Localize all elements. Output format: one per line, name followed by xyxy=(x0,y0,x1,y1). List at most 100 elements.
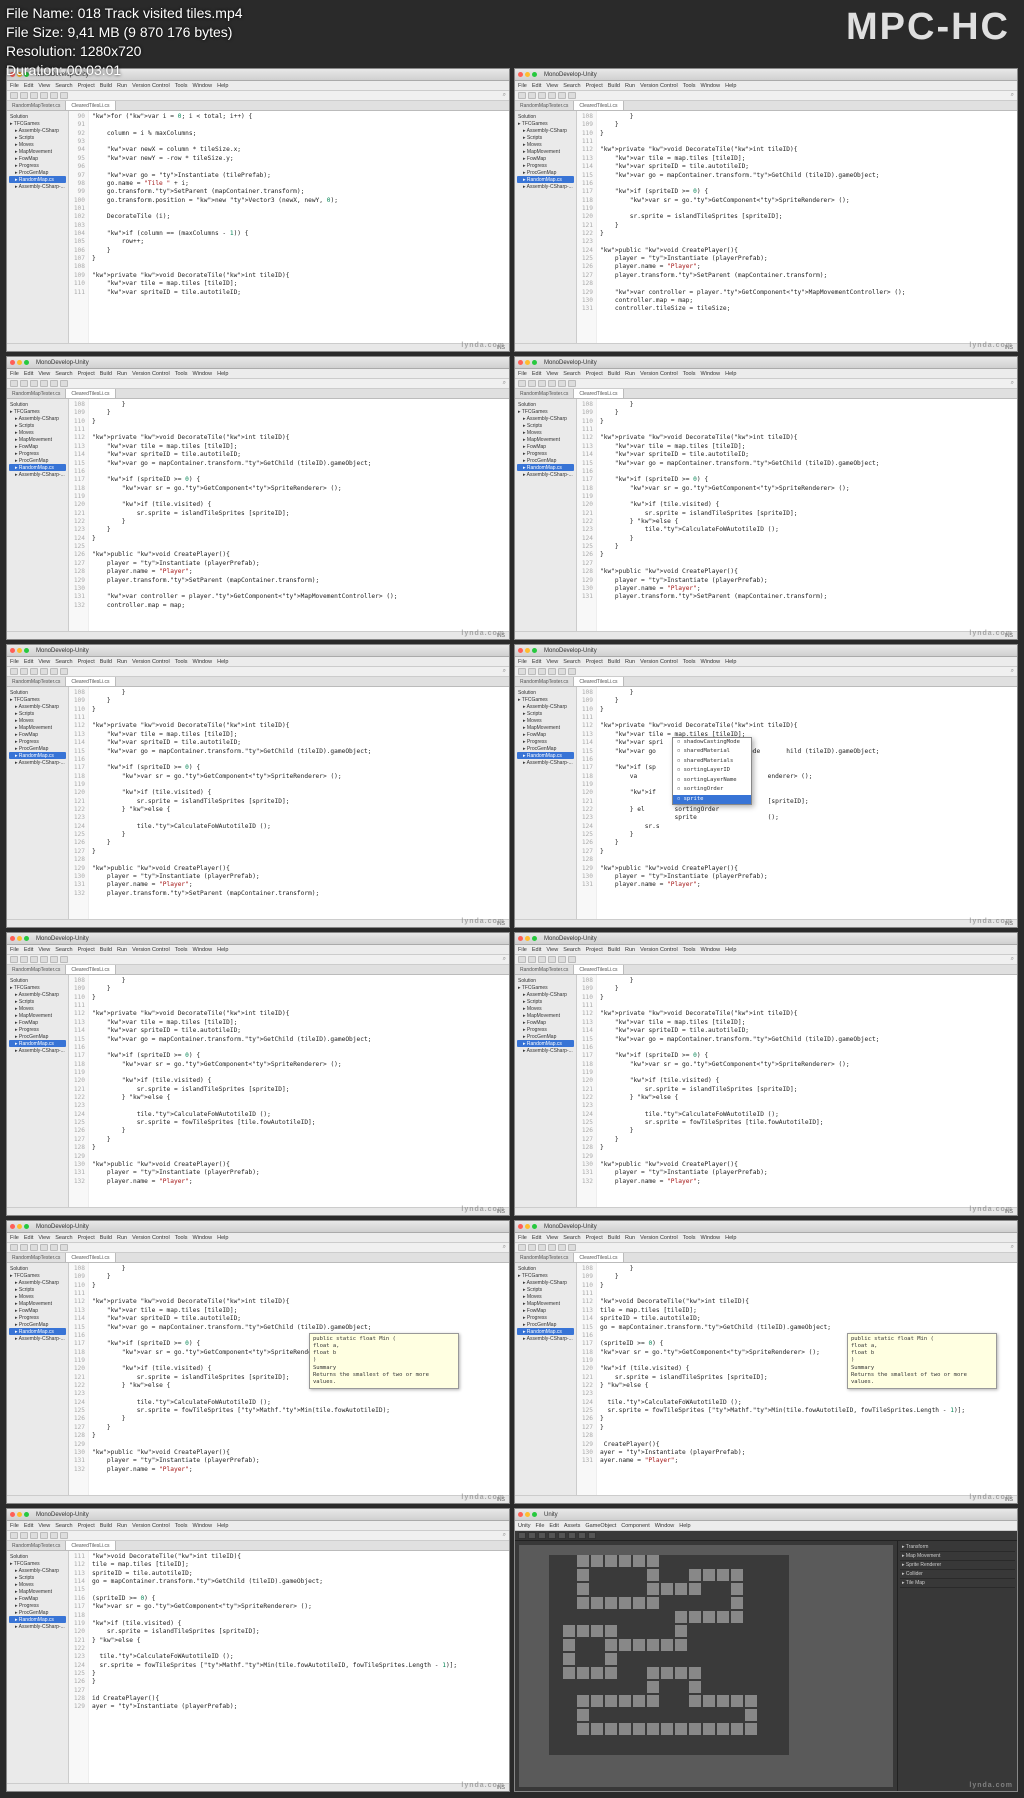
menu-item[interactable]: Project xyxy=(78,83,95,89)
sidebar-item[interactable]: ▸ Progress xyxy=(9,1602,66,1609)
menu-item[interactable]: File xyxy=(10,659,19,665)
toolbar-button[interactable] xyxy=(60,668,68,675)
sidebar-item[interactable]: ▸ TFCGames xyxy=(9,1560,66,1567)
menu-item[interactable]: Run xyxy=(117,83,127,89)
code-editor[interactable]: 108 109 110 111 112 113 114 115 116 117 … xyxy=(69,399,509,631)
menu-item[interactable]: Run xyxy=(117,1235,127,1241)
close-icon[interactable] xyxy=(518,648,523,653)
sidebar-item[interactable]: ▸ RandomMap.cs xyxy=(9,464,66,471)
tab-bar[interactable]: RandomMapTester.csClearedTilesLi.cs xyxy=(515,965,1017,975)
toolbar-button[interactable] xyxy=(10,1532,18,1539)
sidebar-item[interactable]: ▸ Scripts xyxy=(517,422,574,429)
toolbar[interactable]: ⌕ xyxy=(515,379,1017,389)
solution-root[interactable]: Solution xyxy=(517,1265,574,1272)
sidebar-item[interactable]: ▸ MapMovement xyxy=(9,436,66,443)
toolbar-button[interactable] xyxy=(10,956,18,963)
toolbar-button[interactable] xyxy=(20,1532,28,1539)
toolbar-button[interactable] xyxy=(10,92,18,99)
toolbar-button[interactable] xyxy=(548,380,556,387)
maximize-icon[interactable] xyxy=(532,72,537,77)
sidebar-item[interactable]: ▸ Scripts xyxy=(9,1286,66,1293)
sidebar-item[interactable]: ▸ Progress xyxy=(9,1026,66,1033)
menu-item[interactable]: Run xyxy=(625,947,635,953)
sidebar-item[interactable]: ▸ ProcGenMap xyxy=(9,745,66,752)
toolbar-button[interactable] xyxy=(588,1532,596,1539)
sidebar-item[interactable]: ▸ Progress xyxy=(9,1314,66,1321)
editor-tab[interactable]: ClearedTilesLi.cs xyxy=(66,1253,115,1262)
toolbar-button[interactable] xyxy=(60,380,68,387)
menu-item[interactable]: View xyxy=(38,1235,50,1241)
autocomplete-item[interactable]: ▫ sprite xyxy=(673,795,751,804)
toolbar-button[interactable] xyxy=(30,1244,38,1251)
menu-item[interactable]: Run xyxy=(625,83,635,89)
minimize-icon[interactable] xyxy=(17,360,22,365)
editor-tab[interactable]: RandomMapTester.cs xyxy=(7,101,66,110)
toolbar-button[interactable] xyxy=(10,1244,18,1251)
maximize-icon[interactable] xyxy=(532,936,537,941)
toolbar-button[interactable] xyxy=(528,1244,536,1251)
inspector-row[interactable]: ▸ Tile Map xyxy=(900,1579,1015,1588)
menu-item[interactable]: Project xyxy=(586,83,603,89)
menu-item[interactable]: Window xyxy=(193,1235,213,1241)
editor-tab[interactable]: ClearedTilesLi.cs xyxy=(66,965,115,974)
code-area[interactable]: } } } "kw">void DecorateTile("kw">int ti… xyxy=(597,1263,1017,1495)
menu-item[interactable]: Help xyxy=(679,1523,690,1529)
sidebar-item[interactable]: ▸ RandomMap.cs xyxy=(9,1328,66,1335)
window-titlebar[interactable]: Unity xyxy=(515,1509,1017,1521)
editor-tab[interactable]: RandomMapTester.cs xyxy=(7,965,66,974)
toolbar-button[interactable] xyxy=(548,92,556,99)
sidebar-item[interactable]: ▸ Moves xyxy=(517,1005,574,1012)
menu-item[interactable]: File xyxy=(10,371,19,377)
sidebar-item[interactable]: ▸ RandomMap.cs xyxy=(517,1040,574,1047)
menu-item[interactable]: View xyxy=(546,659,558,665)
autocomplete-item[interactable]: ▫ sharedMaterial xyxy=(673,747,751,756)
editor-tab[interactable]: RandomMapTester.cs xyxy=(7,389,66,398)
toolbar-button[interactable] xyxy=(40,1244,48,1251)
toolbar-button[interactable] xyxy=(50,1532,58,1539)
toolbar-button[interactable] xyxy=(20,956,28,963)
toolbar-button[interactable] xyxy=(528,92,536,99)
editor-tab[interactable]: RandomMapTester.cs xyxy=(7,1541,66,1550)
search-icon[interactable]: ⌕ xyxy=(503,668,506,675)
menu-item[interactable]: View xyxy=(38,947,50,953)
close-icon[interactable] xyxy=(10,1224,15,1229)
toolbar-button[interactable] xyxy=(538,380,546,387)
solution-sidebar[interactable]: Solution▸ TFCGames▸ Assembly-CSharp▸ Scr… xyxy=(7,399,69,631)
menu-item[interactable]: Window xyxy=(701,83,721,89)
solution-sidebar[interactable]: Solution▸ TFCGames▸ Assembly-CSharp▸ Scr… xyxy=(7,1551,69,1783)
sidebar-item[interactable]: ▸ FowMap xyxy=(9,155,66,162)
menu-item[interactable]: Tools xyxy=(175,1523,188,1529)
sidebar-item[interactable]: ▸ Assembly-CSharp xyxy=(517,703,574,710)
sidebar-item[interactable]: ▸ ProcGenMap xyxy=(9,457,66,464)
menu-item[interactable]: File xyxy=(10,83,19,89)
code-area[interactable]: } } } "kw">private "kw">void DecorateTil… xyxy=(597,975,1017,1207)
menu-item[interactable]: Help xyxy=(725,659,736,665)
menu-item[interactable]: Search xyxy=(563,947,580,953)
menu-bar[interactable]: UnityFileEditAssetsGameObjectComponentWi… xyxy=(515,1521,1017,1531)
solution-root[interactable]: Solution xyxy=(9,401,66,408)
minimize-icon[interactable] xyxy=(17,1512,22,1517)
sidebar-item[interactable]: ▸ Progress xyxy=(517,738,574,745)
toolbar-button[interactable] xyxy=(30,1532,38,1539)
editor-tab[interactable]: ClearedTilesLi.cs xyxy=(66,101,115,110)
menu-bar[interactable]: FileEditViewSearchProjectBuildRunVersion… xyxy=(7,369,509,379)
toolbar[interactable]: ⌕ xyxy=(7,955,509,965)
sidebar-item[interactable]: ▸ FowMap xyxy=(9,1595,66,1602)
menu-item[interactable]: Project xyxy=(78,659,95,665)
menu-item[interactable]: Tools xyxy=(175,659,188,665)
sidebar-item[interactable]: ▸ FowMap xyxy=(517,731,574,738)
toolbar-button[interactable] xyxy=(20,1244,28,1251)
toolbar-button[interactable] xyxy=(518,956,526,963)
sidebar-item[interactable]: ▸ Scripts xyxy=(9,998,66,1005)
sidebar-item[interactable]: ▸ Assembly-CSharp xyxy=(9,127,66,134)
menu-item[interactable]: Search xyxy=(55,659,72,665)
menu-item[interactable]: View xyxy=(38,83,50,89)
code-editor[interactable]: 108 109 110 111 112 113 114 115 116 117 … xyxy=(577,399,1017,631)
menu-item[interactable]: File xyxy=(518,659,527,665)
toolbar-button[interactable] xyxy=(568,668,576,675)
menu-item[interactable]: Build xyxy=(100,1523,112,1529)
sidebar-item[interactable]: ▸ Assembly-CSharp-... xyxy=(517,1335,574,1342)
minimize-icon[interactable] xyxy=(525,648,530,653)
menu-item[interactable]: Help xyxy=(725,83,736,89)
sidebar-item[interactable]: ▸ FowMap xyxy=(517,1019,574,1026)
